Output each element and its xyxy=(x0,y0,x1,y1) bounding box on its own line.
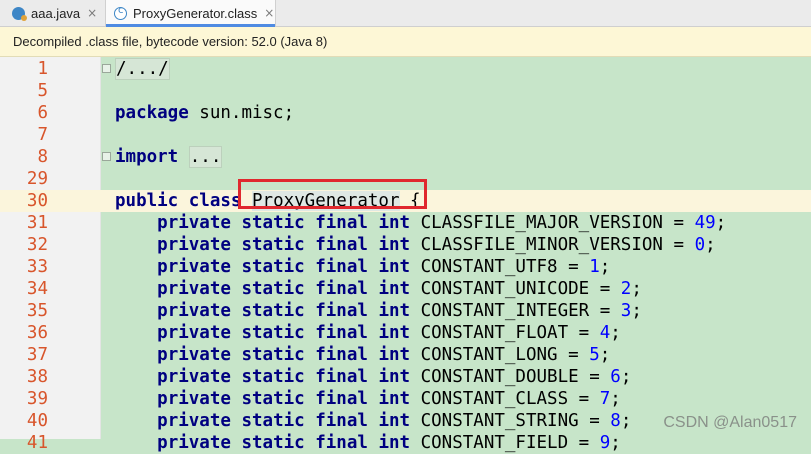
fold-toggle-icon[interactable] xyxy=(102,152,111,161)
line-number: 34 xyxy=(26,279,48,299)
highlight-box xyxy=(238,179,427,209)
line-number: 37 xyxy=(26,345,48,365)
line-code: private static final int CONSTANT_STRING… xyxy=(157,411,632,431)
line-code: private static final int CONSTANT_FLOAT … xyxy=(157,323,621,343)
line-number: 31 xyxy=(26,213,48,233)
line-number: 41 xyxy=(26,433,48,453)
code-line[interactable]: 31 private static final int CLASSFILE_MA… xyxy=(0,212,811,234)
line-number: 7 xyxy=(37,125,48,145)
code-line[interactable]: 1 /.../ xyxy=(0,58,811,80)
line-number: 29 xyxy=(26,169,48,189)
line-number: 32 xyxy=(26,235,48,255)
code-line[interactable]: 39 private static final int CONSTANT_CLA… xyxy=(0,388,811,410)
line-code: import ... xyxy=(115,146,223,168)
code-line[interactable]: 41 private static final int CONSTANT_FIE… xyxy=(0,432,811,454)
class-file-icon xyxy=(114,5,127,20)
line-number: 5 xyxy=(37,81,48,101)
line-number: 6 xyxy=(37,103,48,123)
line-number: 33 xyxy=(26,257,48,277)
tab-proxygenerator-class[interactable]: ProxyGenerator.class × xyxy=(105,0,276,27)
line-code: private static final int CONSTANT_UTF8 =… xyxy=(157,257,611,277)
line-number: 36 xyxy=(26,323,48,343)
java-file-icon xyxy=(12,6,27,21)
line-number: 39 xyxy=(26,389,48,409)
watermark: CSDN @Alan0517 xyxy=(663,414,797,431)
line-number: 35 xyxy=(26,301,48,321)
code-line[interactable]: 36 private static final int CONSTANT_FLO… xyxy=(0,322,811,344)
line-code: package sun.misc; xyxy=(115,103,295,123)
banner-text: Decompiled .class file, bytecode version… xyxy=(13,34,328,49)
decompiled-notice-banner: Decompiled .class file, bytecode version… xyxy=(0,27,811,57)
line-number: 1 xyxy=(37,59,48,79)
tab-label: ProxyGenerator.class xyxy=(133,5,258,21)
code-line[interactable]: 6 package sun.misc; xyxy=(0,102,811,124)
code-line[interactable]: 33 private static final int CONSTANT_UTF… xyxy=(0,256,811,278)
code-line[interactable]: 5 xyxy=(0,80,811,102)
code-line[interactable]: 32 private static final int CLASSFILE_MI… xyxy=(0,234,811,256)
line-code: private static final int CONSTANT_FIELD … xyxy=(157,433,621,453)
code-line[interactable]: 7 xyxy=(0,124,811,146)
code-line[interactable]: 8 import ... xyxy=(0,146,811,168)
code-line[interactable]: 38 private static final int CONSTANT_DOU… xyxy=(0,366,811,388)
close-icon[interactable]: × xyxy=(87,6,97,20)
line-code: private static final int CLASSFILE_MINOR… xyxy=(157,235,716,255)
code-line[interactable]: 35 private static final int CONSTANT_INT… xyxy=(0,300,811,322)
code-line[interactable]: 34 private static final int CONSTANT_UNI… xyxy=(0,278,811,300)
line-code: private static final int CONSTANT_CLASS … xyxy=(157,389,621,409)
line-code: /.../ xyxy=(115,58,170,80)
line-code: private static final int CONSTANT_INTEGE… xyxy=(157,301,642,321)
line-number: 8 xyxy=(37,147,48,167)
tab-label: aaa.java xyxy=(31,5,81,21)
line-code: private static final int CONSTANT_DOUBLE… xyxy=(157,367,632,387)
code-line[interactable]: 37 private static final int CONSTANT_LON… xyxy=(0,344,811,366)
editor-tab-bar: aaa.java × ProxyGenerator.class × xyxy=(0,0,811,27)
line-number: 30 xyxy=(26,191,48,211)
close-icon[interactable]: × xyxy=(264,6,274,20)
line-number: 40 xyxy=(26,411,48,431)
tab-aaa-java[interactable]: aaa.java × xyxy=(0,0,105,26)
line-number: 38 xyxy=(26,367,48,387)
fold-toggle-icon[interactable] xyxy=(102,64,111,73)
line-code: private static final int CONSTANT_UNICOD… xyxy=(157,279,642,299)
line-code: private static final int CONSTANT_LONG =… xyxy=(157,345,611,365)
line-code: private static final int CLASSFILE_MAJOR… xyxy=(157,213,727,233)
